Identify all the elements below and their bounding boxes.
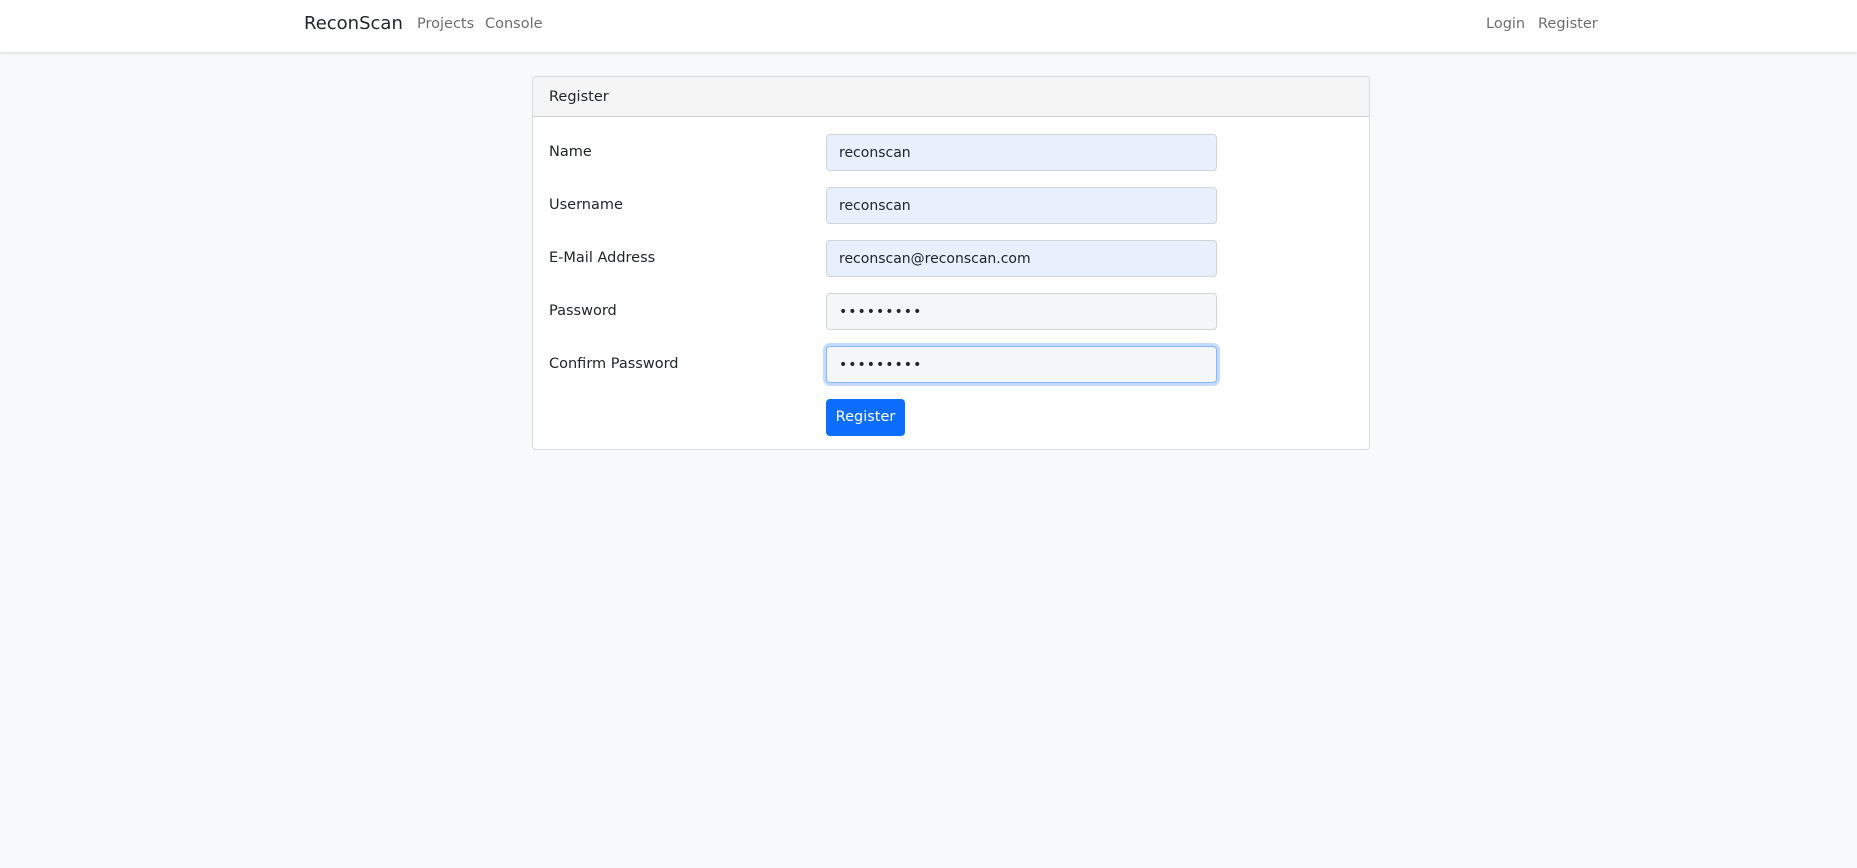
top-navbar: ReconScan Projects Console Login Registe… [0, 0, 1857, 52]
nav-link-projects[interactable]: Projects [417, 15, 474, 33]
email-input[interactable] [826, 240, 1217, 277]
register-card: Register Name Username E-Mail Address Pa… [532, 76, 1370, 450]
nav-link-register[interactable]: Register [1538, 15, 1598, 33]
password-input[interactable] [826, 293, 1217, 330]
card-header-title: Register [533, 77, 1369, 117]
confirm-password-input[interactable] [826, 346, 1217, 383]
brand-logo[interactable]: ReconScan [304, 13, 403, 35]
register-submit-button[interactable]: Register [826, 399, 905, 436]
confirm-password-label: Confirm Password [549, 356, 679, 372]
name-label: Name [549, 144, 592, 160]
name-input[interactable] [826, 134, 1217, 171]
nav-link-login[interactable]: Login [1486, 15, 1525, 33]
nav-link-console[interactable]: Console [485, 15, 543, 33]
username-input[interactable] [826, 187, 1217, 224]
username-label: Username [549, 197, 623, 213]
email-label: E-Mail Address [549, 250, 656, 266]
password-label: Password [549, 303, 617, 319]
